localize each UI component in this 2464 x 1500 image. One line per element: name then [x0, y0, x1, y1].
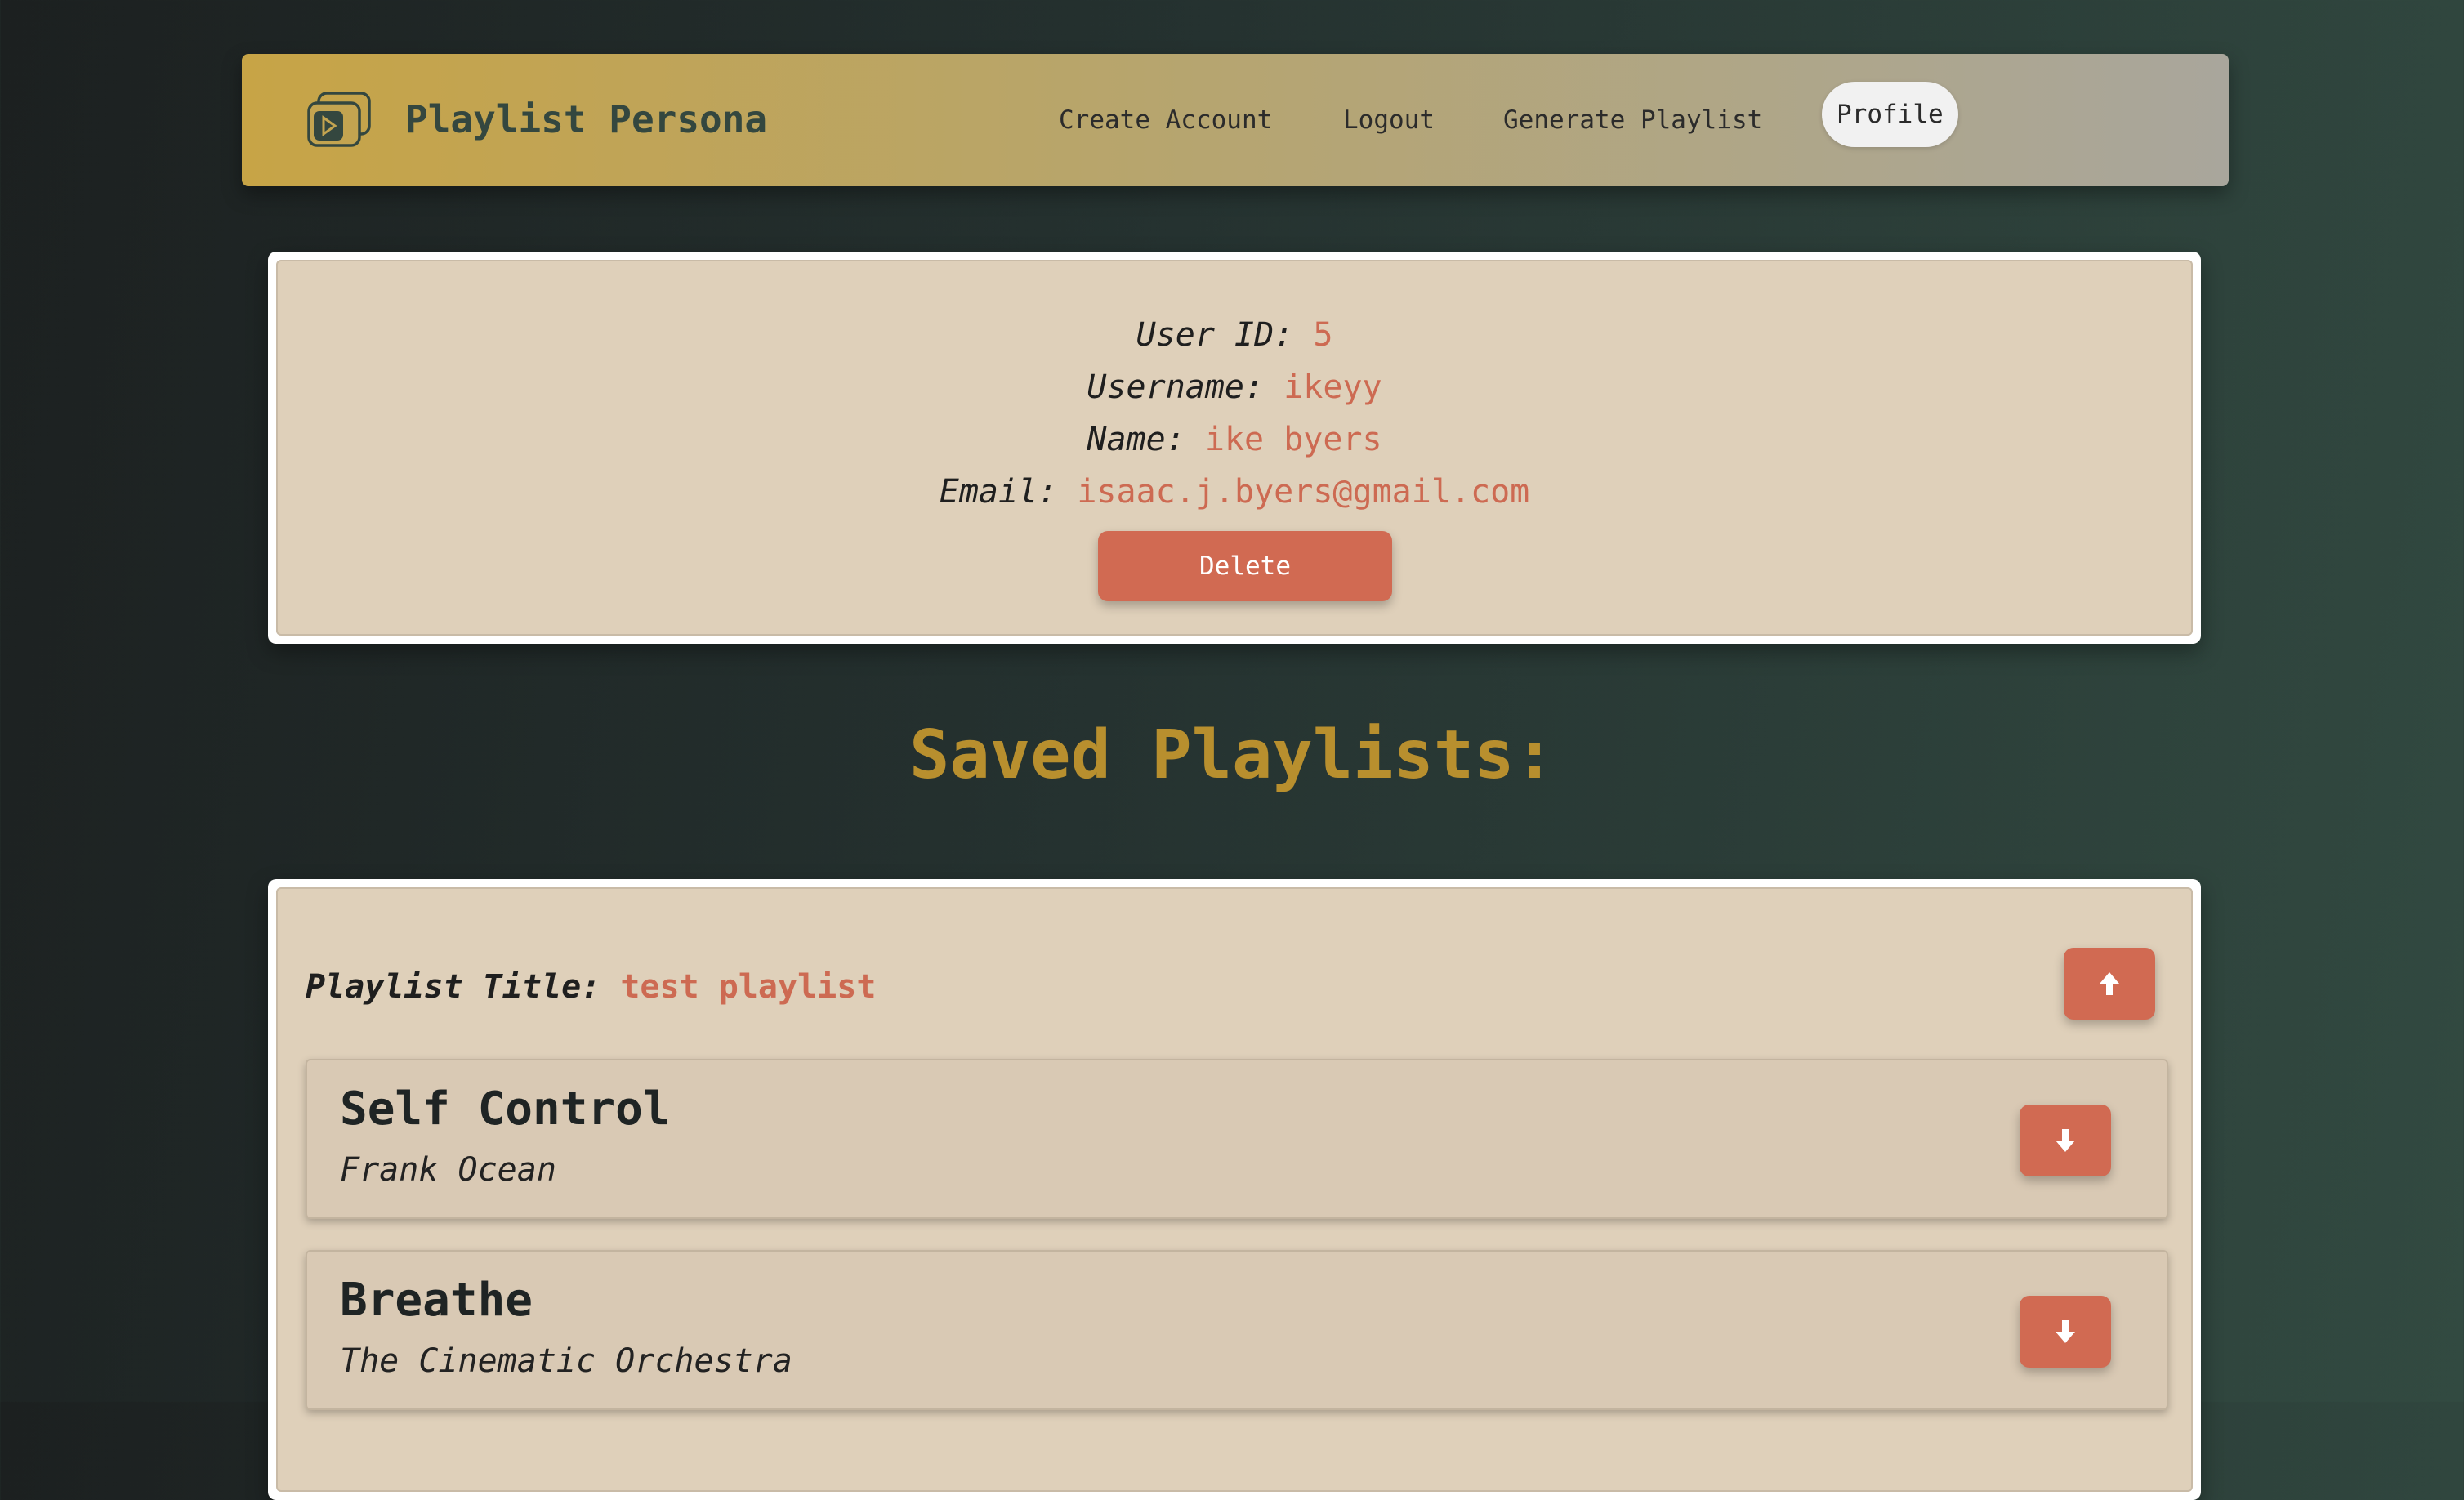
collapse-playlist-button[interactable]	[2064, 948, 2155, 1020]
nav-generate-playlist[interactable]: Generate Playlist	[1503, 96, 1762, 144]
email-value: isaac.j.byers@gmail.com	[1077, 473, 1530, 511]
name-value: ike byers	[1204, 421, 1382, 458]
nav-profile[interactable]: Profile	[1822, 82, 1958, 147]
email-row: Email: isaac.j.byers@gmail.com	[278, 469, 2191, 515]
arrow-down-icon	[2056, 1129, 2075, 1152]
nav-create-account[interactable]: Create Account	[1059, 96, 1272, 144]
playlist-title-label: Playlist Title:	[306, 968, 601, 1006]
saved-playlists-heading: Saved Playlists:	[909, 717, 1555, 794]
delete-account-button[interactable]: Delete	[1098, 531, 1392, 601]
name-row: Name: ike byers	[278, 417, 2191, 462]
playlist-title-row: Playlist Title: test playlist	[306, 964, 876, 1010]
song-artist: The Cinematic Orchestra	[340, 1342, 792, 1380]
playlist-card-body: Playlist Title: test playlist Self Contr…	[276, 887, 2193, 1492]
profile-card: User ID: 5 Username: ikeyy Name: ike bye…	[268, 252, 2201, 644]
email-label: Email:	[939, 473, 1058, 511]
expand-song-button[interactable]	[2020, 1296, 2111, 1368]
playlist-card: Playlist Title: test playlist Self Contr…	[268, 879, 2201, 1500]
expand-song-button[interactable]	[2020, 1105, 2111, 1176]
song-title: Self Control	[340, 1083, 671, 1136]
song-title: Breathe	[340, 1274, 533, 1327]
song-card: Self Control Frank Ocean	[306, 1059, 2168, 1219]
playlist-title-value: test playlist	[620, 968, 877, 1006]
song-card: Breathe The Cinematic Orchestra	[306, 1250, 2168, 1410]
user-id-row: User ID: 5	[278, 312, 2191, 358]
navbar: Playlist Persona Create Account Logout G…	[242, 54, 2229, 186]
username-value: ikeyy	[1283, 368, 1382, 406]
user-id-value: 5	[1313, 316, 1333, 354]
song-artist: Frank Ocean	[340, 1151, 556, 1189]
user-id-label: User ID:	[1136, 316, 1294, 354]
username-row: Username: ikeyy	[278, 364, 2191, 410]
nav-logout[interactable]: Logout	[1343, 96, 1435, 144]
arrow-up-icon	[2100, 972, 2119, 995]
profile-card-body: User ID: 5 Username: ikeyy Name: ike bye…	[276, 260, 2193, 636]
arrow-down-icon	[2056, 1320, 2075, 1343]
username-label: Username:	[1087, 368, 1265, 406]
brand-title[interactable]: Playlist Persona	[405, 93, 767, 145]
playlist-folder-play-icon	[307, 92, 371, 147]
name-label: Name:	[1087, 421, 1185, 458]
